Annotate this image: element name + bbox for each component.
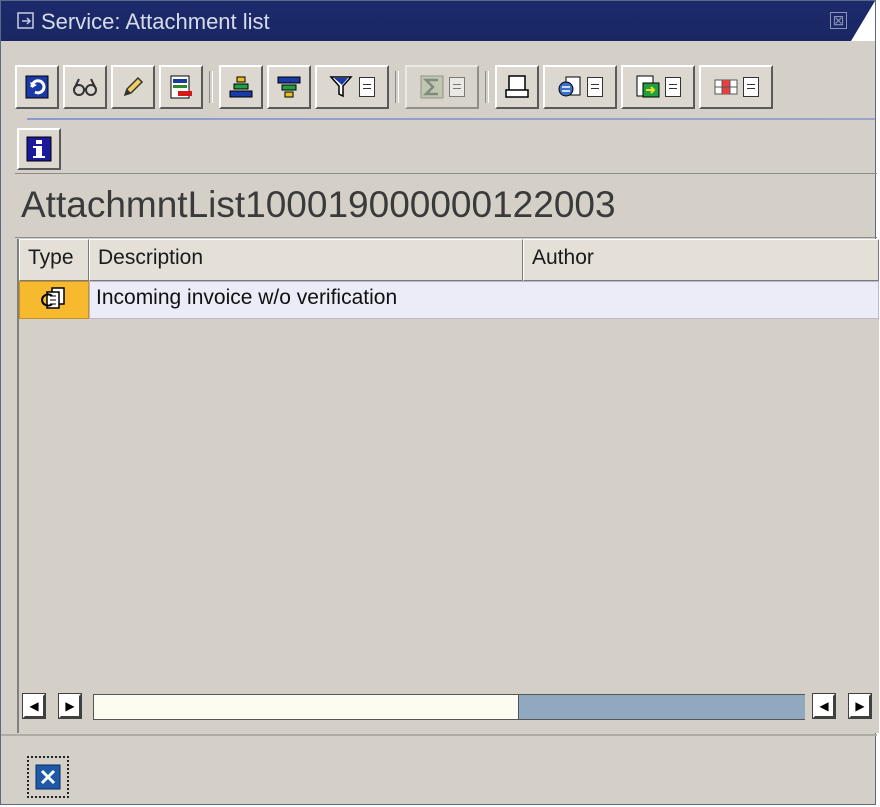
- scroll-right-button[interactable]: ▶: [58, 693, 82, 719]
- toolbar: [15, 63, 777, 111]
- filter-dropdown-icon[interactable]: [359, 77, 375, 97]
- view-button[interactable]: [543, 65, 617, 109]
- attachment-table: Type Description Author Incoming invoice…: [17, 239, 879, 733]
- cancel-button[interactable]: [27, 756, 69, 798]
- edit-button[interactable]: [111, 65, 155, 109]
- table-header: Type Description Author: [19, 239, 879, 281]
- cancel-x-icon: [35, 764, 61, 790]
- print-preview-button[interactable]: [495, 65, 539, 109]
- export-button[interactable]: [621, 65, 695, 109]
- page-title: AttachmntList100019000000122003: [21, 184, 616, 225]
- delete-button[interactable]: [159, 65, 203, 109]
- display-glasses-icon: [73, 78, 97, 96]
- print-preview-icon: [505, 75, 529, 98]
- sum-dropdown-icon[interactable]: [449, 77, 465, 97]
- description-cell[interactable]: Incoming invoice w/o verification: [89, 281, 879, 319]
- column-header-description[interactable]: Description: [89, 239, 523, 281]
- filter-icon: [329, 76, 353, 98]
- info-button[interactable]: [17, 128, 61, 170]
- dialog-window: Service: Attachment list ⊠ AttachmntList…: [0, 0, 879, 805]
- toolbar-separator: [395, 71, 399, 103]
- column-header-author[interactable]: Author: [523, 239, 879, 281]
- scroll-track[interactable]: [93, 694, 805, 720]
- filter-button[interactable]: [315, 65, 389, 109]
- horizontal-scrollbar[interactable]: ◀ ▶ ◀ ▶: [19, 689, 879, 727]
- toolbar-separator: [209, 71, 213, 103]
- export-dropdown-icon[interactable]: [665, 77, 681, 97]
- divider: [15, 173, 877, 174]
- type-cell[interactable]: [19, 281, 89, 319]
- sort-ascending-button[interactable]: [219, 65, 263, 109]
- scroll-thumb[interactable]: [518, 695, 805, 719]
- delete-icon: [170, 75, 192, 99]
- scroll-left-end-button[interactable]: ◀: [812, 693, 836, 719]
- refresh-icon: [25, 75, 49, 99]
- document-copy-icon: [41, 287, 65, 309]
- sort-ascending-icon: [229, 76, 253, 98]
- view-icon: [558, 76, 581, 97]
- layout-dropdown-icon[interactable]: [743, 77, 759, 97]
- layout-button[interactable]: [699, 65, 773, 109]
- window-title: Service: Attachment list: [41, 9, 270, 34]
- scroll-left-button[interactable]: ◀: [22, 693, 46, 719]
- title-bar: Service: Attachment list ⊠: [1, 1, 875, 41]
- column-header-type[interactable]: Type: [19, 239, 89, 281]
- divider: [1, 734, 877, 736]
- sort-descending-button[interactable]: [267, 65, 311, 109]
- edit-pencil-icon: [123, 76, 144, 97]
- table-row[interactable]: Incoming invoice w/o verification: [19, 281, 879, 319]
- export-icon: [636, 75, 660, 98]
- layout-icon: [714, 79, 738, 95]
- display-button[interactable]: [63, 65, 107, 109]
- toolbar-divider: [27, 118, 875, 120]
- view-dropdown-icon[interactable]: [587, 77, 603, 97]
- sort-descending-icon: [277, 76, 301, 98]
- title-corner: [851, 1, 875, 41]
- close-icon[interactable]: ⊠: [830, 12, 847, 29]
- window-icon: [17, 12, 34, 29]
- divider: [15, 237, 877, 238]
- info-icon: [26, 136, 52, 162]
- sum-button[interactable]: [405, 65, 479, 109]
- refresh-button[interactable]: [15, 65, 59, 109]
- scroll-right-end-button[interactable]: ▶: [848, 693, 872, 719]
- toolbar-separator: [485, 71, 489, 103]
- sum-icon: [420, 75, 444, 99]
